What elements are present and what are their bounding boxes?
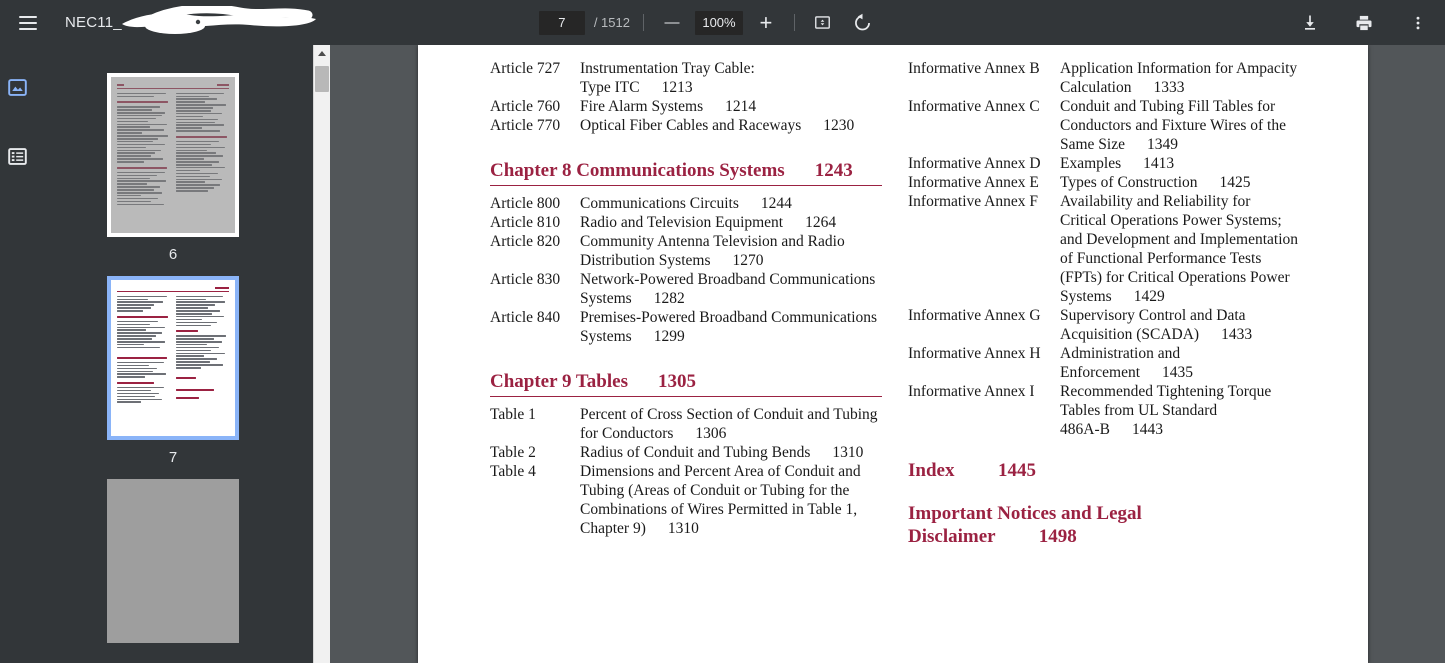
- toc-entry-cont: Systems 1299: [490, 327, 882, 346]
- left-icon-rail: [0, 45, 33, 663]
- document-outline-icon[interactable]: [6, 145, 28, 167]
- fit-page-icon[interactable]: [808, 8, 838, 38]
- toc-entry: Article 810 Radio and Television Equipme…: [490, 213, 882, 232]
- toc-entry-cont: Combinations of Wires Permitted in Table…: [490, 500, 882, 519]
- toc-entry: Informative Annex E Types of Constructio…: [908, 173, 1308, 192]
- toc-entry: Informative Annex C Conduit and Tubing F…: [908, 97, 1308, 116]
- rotate-counterclockwise-icon[interactable]: [848, 8, 878, 38]
- document-title: NEC11_: [65, 14, 122, 31]
- toc-entry-cont: Critical Operations Power Systems;: [908, 211, 1308, 230]
- toolbar-divider-1: [643, 14, 644, 31]
- toolbar-center-group: / 1512 — 100% +: [122, 8, 1295, 38]
- zoom-out-icon: —: [664, 15, 679, 30]
- toc-entry: Article 820 Community Antenna Television…: [490, 232, 882, 251]
- thumbnail-pane: 6: [33, 45, 313, 663]
- download-icon[interactable]: [1295, 8, 1325, 38]
- thumbnail-mini-page: [111, 77, 235, 233]
- thumbnail-item[interactable]: 7: [107, 276, 239, 466]
- index-heading: Index 1445: [908, 459, 1308, 482]
- toc-entry-cont: Conductors and Fixture Wires of the: [908, 116, 1308, 135]
- toc-entry-cont: Chapter 9) 1310: [490, 519, 882, 538]
- toc-entry-cont: Tubing (Areas of Conduit or Tubing for t…: [490, 481, 882, 500]
- toc-entry: Informative Annex F Availability and Rel…: [908, 192, 1308, 211]
- toc-entry: Informative Annex B Application Informat…: [908, 59, 1308, 78]
- toc-entry-cont: Type ITC 1213: [490, 78, 882, 97]
- toolbar-divider-2: [794, 14, 795, 31]
- thumbnail-item[interactable]: [107, 479, 239, 652]
- toc-entry: Article 830 Network-Powered Broadband Co…: [490, 270, 882, 289]
- thumbnail-scrollbar[interactable]: [313, 45, 330, 663]
- toc-entry-cont: of Functional Performance Tests: [908, 249, 1308, 268]
- toc-entry-cont: and Development and Implementation: [908, 230, 1308, 249]
- zoom-in-button[interactable]: +: [751, 8, 781, 38]
- thumbnail-mini-page: [111, 280, 235, 436]
- toc-right-column: Informative Annex B Application Informat…: [908, 59, 1308, 548]
- chapter-9-heading: Chapter 9 Tables 1305: [490, 370, 882, 397]
- toc-left-column: Article 727 Instrumentation Tray Cable: …: [490, 59, 882, 548]
- toc-entry: Table 1 Percent of Cross Section of Cond…: [490, 405, 882, 424]
- notices-heading: Important Notices and Legal Disclaimer 1…: [908, 502, 1308, 548]
- toc-entry: Informative Annex D Examples1413: [908, 154, 1308, 173]
- thumbnail-view-icon[interactable]: [6, 76, 28, 98]
- toc-entry: Informative Annex G Supervisory Control …: [908, 306, 1308, 325]
- thumbnail-page-7[interactable]: [107, 276, 239, 440]
- scrollbar-thumb[interactable]: [315, 66, 329, 92]
- toc-entry: Informative Annex I Recommended Tighteni…: [908, 382, 1308, 401]
- thumbnail-page-placeholder[interactable]: [107, 479, 239, 643]
- zoom-in-icon: +: [760, 12, 773, 34]
- document-viewport[interactable]: Article 727 Instrumentation Tray Cable: …: [330, 45, 1445, 663]
- toolbar-left-group: NEC11_: [0, 8, 122, 38]
- toc-entry: Article 727 Instrumentation Tray Cable:: [490, 59, 882, 78]
- toc-entry-cont: 486A-B 1443: [908, 420, 1308, 439]
- toc-entry: Article 800 Communications Circuits1244: [490, 194, 882, 213]
- thumbnail-page-6[interactable]: [107, 73, 239, 237]
- toc-entry: Informative Annex H Administration and: [908, 344, 1308, 363]
- more-options-icon[interactable]: [1403, 8, 1433, 38]
- top-toolbar: NEC11_ / 1512 — 100% +: [0, 0, 1445, 45]
- thumbnail-label: 7: [169, 449, 177, 466]
- toc-entry-cont: Systems 1429: [908, 287, 1308, 306]
- pdf-page: Article 727 Instrumentation Tray Cable: …: [418, 45, 1368, 663]
- pdf-viewer-app: NEC11_ / 1512 — 100% +: [0, 0, 1445, 663]
- toc-entry-cont: Same Size 1349: [908, 135, 1308, 154]
- zoom-level-display[interactable]: 100%: [695, 11, 743, 35]
- chapter-8-heading: Chapter 8 Communications Systems 1243: [490, 159, 882, 186]
- toolbar-right-group: [1295, 8, 1445, 38]
- toc-entry: Article 760 Fire Alarm Systems1214: [490, 97, 882, 116]
- toc-entry-cont: for Conductors 1306: [490, 424, 882, 443]
- thumbnail-item[interactable]: 6: [107, 73, 239, 263]
- toc-entry: Article 840 Premises-Powered Broadband C…: [490, 308, 882, 327]
- hamburger-menu-icon[interactable]: [13, 8, 43, 38]
- toc-entry-cont: Acquisition (SCADA) 1433: [908, 325, 1308, 344]
- toc-entry-cont: Tables from UL Standard: [908, 401, 1308, 420]
- toc-entry: Table 2 Radius of Conduit and Tubing Ben…: [490, 443, 882, 462]
- print-icon[interactable]: [1349, 8, 1379, 38]
- scroll-up-arrow-icon[interactable]: [314, 45, 330, 62]
- page-content: Article 727 Instrumentation Tray Cable: …: [418, 45, 1368, 548]
- thumbnail-list: 6: [33, 45, 313, 663]
- toc-entry-cont: (FPTs) for Critical Operations Power: [908, 268, 1308, 287]
- toc-entry-cont: Systems 1282: [490, 289, 882, 308]
- toc-entry-cont: Enforcement 1435: [908, 363, 1308, 382]
- toc-entry-cont: Calculation 1333: [908, 78, 1308, 97]
- toc-entry: Table 4 Dimensions and Percent Area of C…: [490, 462, 882, 481]
- thumbnail-label: 6: [169, 246, 177, 263]
- toc-entry-cont: Distribution Systems 1270: [490, 251, 882, 270]
- page-number-input[interactable]: [539, 11, 585, 35]
- page-count-label: / 1512: [594, 15, 630, 30]
- toc-entry: Article 770 Optical Fiber Cables and Rac…: [490, 116, 882, 135]
- zoom-out-button[interactable]: —: [657, 8, 687, 38]
